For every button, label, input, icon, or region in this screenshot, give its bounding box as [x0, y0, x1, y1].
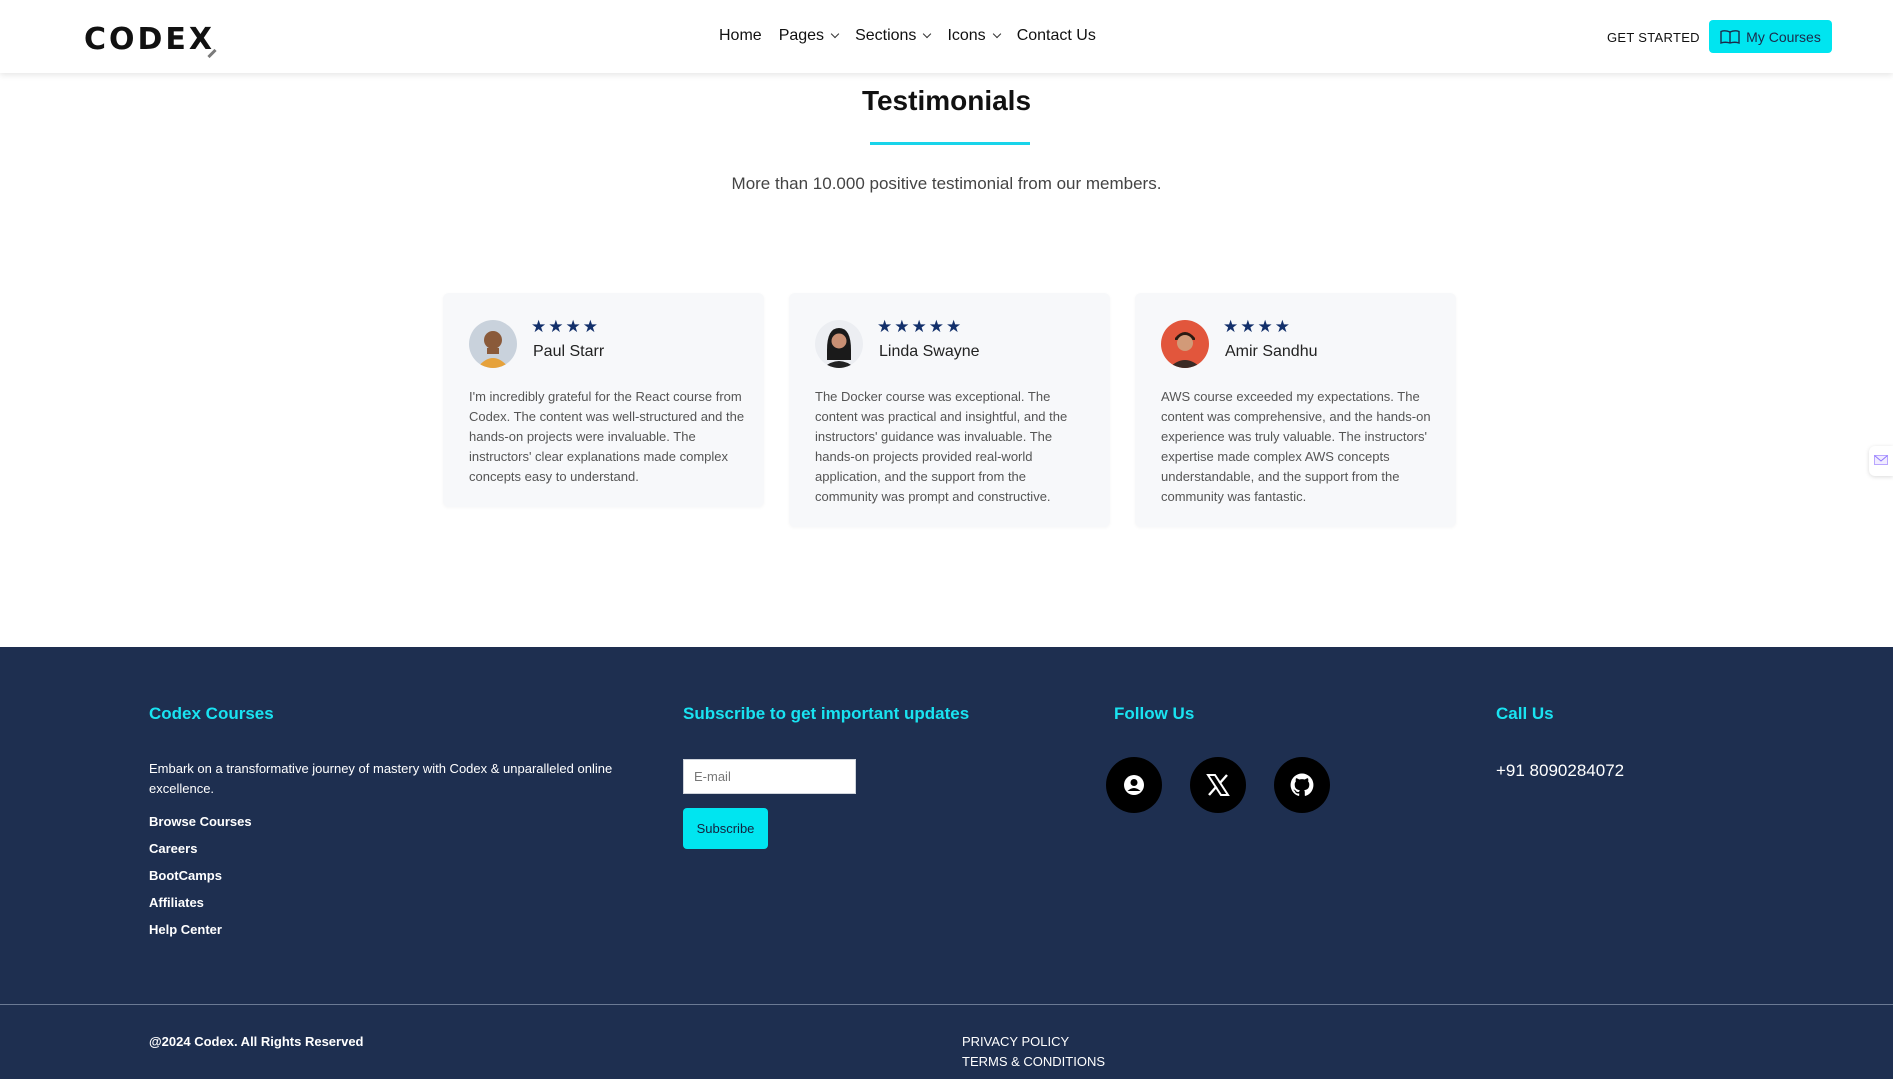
review-text: AWS course exceeded my expectations. The…	[1161, 389, 1431, 504]
testimonial-card: ★★★★ Amir Sandhu AWS course exceeded my …	[1135, 293, 1456, 527]
review-text: The Docker course was exceptional. The c…	[815, 389, 1068, 504]
section-subtitle: More than 10.000 positive testimonial fr…	[731, 174, 1162, 193]
nav-sections[interactable]: Sections	[855, 27, 932, 45]
avatar	[815, 320, 863, 368]
reviewer-name: Amir Sandhu	[1225, 343, 1318, 360]
book-open-icon	[1720, 29, 1740, 44]
footer-links: Browse Courses Careers BootCamps Affilia…	[149, 814, 252, 949]
avatar	[1161, 320, 1209, 368]
phone-number[interactable]: +91 8090284072	[1496, 761, 1624, 781]
nav-home[interactable]: Home	[719, 27, 762, 45]
footer-heading-courses: Codex Courses	[149, 704, 274, 723]
footer-link-affiliates[interactable]: Affiliates	[149, 895, 252, 922]
codex-logo[interactable]: CODEX	[84, 22, 215, 57]
privacy-policy-link[interactable]: PRIVACY POLICY	[962, 1034, 1105, 1054]
site-header: CODEX Home Pages Sections Icons Contact …	[0, 0, 1893, 73]
chevron-down-icon	[830, 29, 840, 39]
review-text: I'm incredibly grateful for the React co…	[469, 389, 745, 484]
rating-stars: ★★★★	[1223, 317, 1292, 337]
testimonial-card: ★★★★★ Linda Swayne The Docker course was…	[789, 293, 1110, 527]
get-started-link[interactable]: GET STARTED	[1607, 30, 1700, 45]
legal-links: PRIVACY POLICY TERMS & CONDITIONS	[962, 1034, 1105, 1074]
nav-contact-us[interactable]: Contact Us	[1017, 27, 1096, 45]
footer-link-bootcamps[interactable]: BootCamps	[149, 868, 252, 895]
title-underline	[870, 142, 1030, 145]
footer-divider	[0, 1004, 1893, 1005]
footer-heading-subscribe: Subscribe to get important updates	[683, 704, 970, 723]
footer-link-browse-courses[interactable]: Browse Courses	[149, 814, 252, 841]
site-footer: Codex Courses Embark on a transformative…	[0, 647, 1893, 1079]
chevron-down-icon	[923, 29, 932, 39]
footer-link-careers[interactable]: Careers	[149, 841, 252, 868]
x-twitter-icon[interactable]	[1190, 757, 1246, 813]
side-feedback-tab[interactable]	[1869, 446, 1893, 476]
avatar	[469, 320, 517, 368]
github-icon[interactable]	[1274, 757, 1330, 813]
my-courses-button[interactable]: My Courses	[1709, 20, 1832, 53]
copyright-text: @2024 Codex. All Rights Reserved	[149, 1034, 364, 1049]
user-circle-icon[interactable]	[1106, 757, 1162, 813]
terms-conditions-link[interactable]: TERMS & CONDITIONS	[962, 1054, 1105, 1074]
subscribe-button[interactable]: Subscribe	[683, 808, 768, 849]
footer-heading-follow: Follow Us	[1114, 704, 1195, 723]
reviewer-name: Linda Swayne	[879, 343, 980, 360]
section-title: Testimonials	[861, 85, 1032, 116]
chevron-down-icon	[992, 29, 1001, 39]
rating-stars: ★★★★★	[877, 317, 964, 337]
email-field[interactable]	[683, 759, 856, 794]
footer-heading-call: Call Us	[1496, 704, 1554, 723]
main-nav: Home Pages Sections Icons Contact Us	[719, 27, 1113, 45]
rating-stars: ★★★★	[531, 317, 600, 337]
reviewer-name: Paul Starr	[533, 343, 605, 360]
footer-description: Embark on a transformative journey of ma…	[149, 761, 613, 796]
nav-icons[interactable]: Icons	[947, 27, 1001, 45]
mail-icon	[1874, 452, 1888, 470]
footer-link-help-center[interactable]: Help Center	[149, 922, 252, 949]
testimonial-card: ★★★★ Paul Starr I'm incredibly grateful …	[443, 293, 764, 507]
nav-pages[interactable]: Pages	[779, 27, 840, 45]
